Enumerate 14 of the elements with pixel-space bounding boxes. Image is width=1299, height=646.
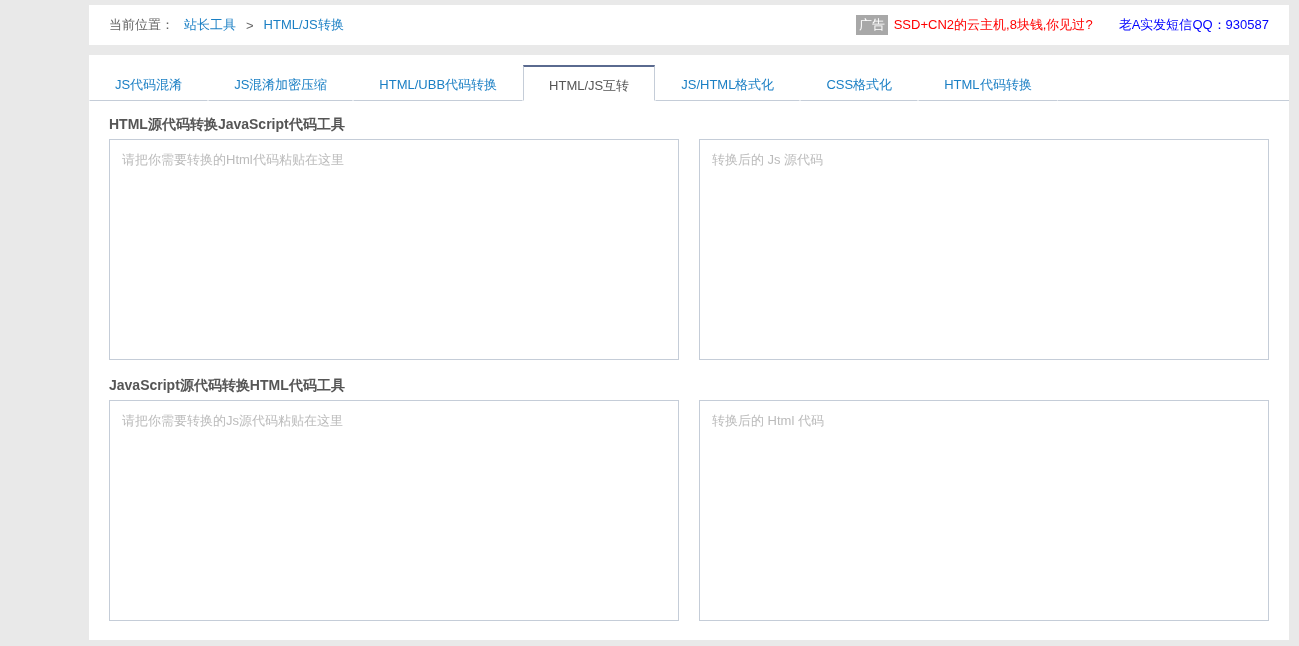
breadcrumb-link[interactable]: 站长工具: [184, 16, 236, 34]
breadcrumb-link[interactable]: HTML/JS转换: [263, 16, 344, 34]
output-field[interactable]: 转换后的 Js 源代码: [699, 139, 1269, 360]
breadcrumb-label: 当前位置：: [109, 16, 174, 34]
ad-link[interactable]: SSD+CN2的云主机,8块钱,你见过?: [893, 16, 1093, 34]
input-field[interactable]: 请把你需要转换的Html代码粘贴在这里: [109, 139, 679, 360]
section-title: HTML源代码转换JavaScript代码工具: [109, 116, 346, 134]
contact-link[interactable]: 老A实发短信QQ：930587: [1118, 16, 1269, 34]
tab[interactable]: HTML/JS互转: [523, 65, 656, 101]
output-field[interactable]: 转换后的 Html 代码: [699, 400, 1269, 621]
input-field[interactable]: 请把你需要转换的Js源代码粘贴在这里: [109, 400, 679, 621]
ad-badge: 广告: [855, 15, 888, 35]
section-title: JavaScript源代码转换HTML代码工具: [109, 377, 346, 395]
breadcrumb-separator: >: [246, 17, 254, 33]
